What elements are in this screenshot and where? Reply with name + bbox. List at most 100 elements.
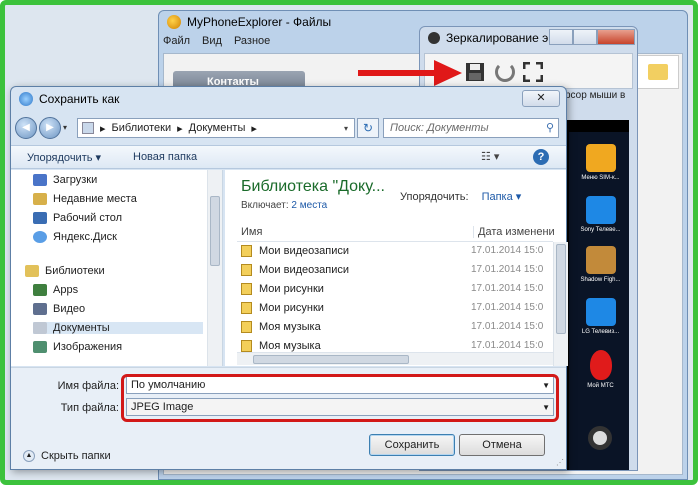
breadcrumb-sep: ▸ xyxy=(177,122,183,135)
file-row[interactable]: Мои рисунки 17.01.2014 15:0 xyxy=(237,299,553,318)
documents-icon xyxy=(33,322,47,334)
apps-icon xyxy=(33,284,47,296)
mirror-title: Зеркалирование э... xyxy=(446,31,559,45)
vscroll-thumb[interactable] xyxy=(556,244,566,334)
tv-icon xyxy=(585,298,616,326)
new-folder-button[interactable]: Новая папка xyxy=(133,151,197,163)
address-bar[interactable]: ▸ Библиотеки ▸ Документы ▸ ▾ xyxy=(77,118,355,138)
dialog-bottom-panel: Имя файла: По умолчанию ▼ Тип файла: JPE… xyxy=(11,367,566,469)
shortcut-folder-icon xyxy=(241,264,252,276)
includes-locations-link[interactable]: 2 места xyxy=(291,200,327,211)
back-button[interactable]: ◀ xyxy=(15,117,37,139)
cancel-button[interactable]: Отмена xyxy=(459,434,545,456)
phone-screen[interactable]: Меню SIM-к... Sony Телеве... Shadow Figh… xyxy=(566,120,629,470)
nav-scrollbar[interactable] xyxy=(207,170,222,366)
downloads-icon xyxy=(33,174,47,186)
nav-item-desktop[interactable]: Рабочий стол xyxy=(33,212,122,224)
yandex-disk-icon xyxy=(33,231,47,243)
save-as-dialog: Сохранить как ✕ ◀ ▶ ▾ ▸ Библиотеки ▸ Док… xyxy=(10,86,568,470)
maximize-button[interactable] xyxy=(573,29,597,45)
column-date[interactable]: Дата изменени xyxy=(473,226,555,238)
nav-item-downloads[interactable]: Загрузки xyxy=(33,174,97,186)
phone-app-lg-tv[interactable]: LG Телевиз... xyxy=(569,298,632,335)
phone-app-my-mts[interactable]: Мой МТС xyxy=(569,350,632,389)
view-options-icon[interactable]: ☷ ▾ xyxy=(481,150,499,163)
navigation-pane: Загрузки Недавние места Рабочий стол Янд… xyxy=(11,170,223,366)
arrange-by-dropdown[interactable]: Папка ▾ xyxy=(482,191,522,203)
library-title: Библиотека "Доку... xyxy=(241,178,385,195)
dialog-app-icon xyxy=(19,92,33,106)
phone-app-sony-tv[interactable]: Sony Телеве... xyxy=(569,196,632,233)
breadcrumb-documents[interactable]: Документы xyxy=(189,122,246,134)
save-icon[interactable] xyxy=(465,62,485,82)
bg-menubar: Файл Вид Разное xyxy=(163,35,270,47)
search-placeholder: Поиск: Документы xyxy=(390,122,489,134)
resize-grip-icon[interactable]: ⋰ xyxy=(556,458,564,467)
refresh-icon[interactable]: ↻ xyxy=(357,118,379,138)
library-pane: Библиотека "Доку... Включает: 2 места Уп… xyxy=(225,170,568,366)
history-dropdown-icon[interactable]: ▾ xyxy=(63,123,67,132)
search-input[interactable]: Поиск: Документы ⚲ xyxy=(383,118,559,138)
video-icon xyxy=(33,303,47,315)
red-arrow-icon xyxy=(358,60,462,86)
mts-egg-icon xyxy=(589,350,612,380)
nav-item-images[interactable]: Изображения xyxy=(33,341,122,353)
file-row[interactable]: Мои видеозаписи 17.01.2014 15:0 xyxy=(237,242,553,261)
nav-item-documents[interactable]: Документы xyxy=(33,322,203,334)
nav-item-video[interactable]: Видео xyxy=(33,303,85,315)
myphoneexplorer-app-icon xyxy=(167,15,181,29)
address-dropdown-icon[interactable]: ▾ xyxy=(338,124,354,133)
mirror-app-icon xyxy=(428,32,440,44)
minimize-button[interactable] xyxy=(549,29,573,45)
shortcut-folder-icon xyxy=(241,283,252,295)
navigation-bar: ◀ ▶ ▾ ▸ Библиотеки ▸ Документы ▸ ▾ ↻ Пои… xyxy=(11,115,566,141)
menu-view[interactable]: Вид xyxy=(202,35,222,47)
nav-item-recent-places[interactable]: Недавние места xyxy=(33,193,137,205)
nav-item-libraries[interactable]: Библиотеки xyxy=(25,265,105,277)
shortcut-folder-icon xyxy=(241,245,252,257)
arrange-by: Упорядочить: Папка ▾ xyxy=(400,191,522,203)
images-icon xyxy=(33,341,47,353)
recent-places-icon xyxy=(33,193,47,205)
game-icon xyxy=(585,246,616,274)
hscroll-thumb[interactable] xyxy=(253,355,409,364)
forward-button[interactable]: ▶ xyxy=(39,117,61,139)
search-icon[interactable]: ⚲ xyxy=(546,121,554,134)
breadcrumb-libraries[interactable]: Библиотеки xyxy=(112,122,172,134)
column-name[interactable]: Имя xyxy=(241,226,262,238)
file-row[interactable]: Мои видеозаписи 17.01.2014 15:0 xyxy=(237,261,553,280)
phone-status-bar xyxy=(569,120,629,132)
library-includes: Включает: 2 места xyxy=(241,200,328,211)
sim-menu-icon xyxy=(585,144,616,172)
breadcrumb-sep: ▸ xyxy=(251,122,257,135)
phone-app-shadow-fight[interactable]: Shadow Figh... xyxy=(569,246,632,283)
nav-item-apps[interactable]: Apps xyxy=(33,284,78,296)
bg-window-title: MyPhoneExplorer - Файлы xyxy=(187,15,332,29)
desktop-icon xyxy=(33,212,47,224)
library-icon xyxy=(82,122,94,134)
hide-folders-toggle[interactable]: ▲ Скрыть папки xyxy=(23,450,111,462)
chevron-up-icon: ▲ xyxy=(23,450,35,462)
power-icon[interactable] xyxy=(495,62,515,82)
dialog-close-button[interactable]: ✕ xyxy=(522,90,560,107)
phone-home-button[interactable] xyxy=(588,426,612,450)
shortcut-folder-icon xyxy=(241,340,252,352)
shortcut-folder-icon xyxy=(241,302,252,314)
file-list-vscrollbar[interactable] xyxy=(553,242,568,366)
close-button[interactable] xyxy=(597,29,635,45)
nav-item-yandex-disk[interactable]: Яндекс.Диск xyxy=(33,231,117,243)
save-button[interactable]: Сохранить xyxy=(369,434,455,456)
cursor-hint-text: рсор мыши в xyxy=(565,90,626,101)
help-button[interactable]: ? xyxy=(533,149,549,165)
organize-button[interactable]: Упорядочить ▾ xyxy=(27,151,101,164)
fullscreen-icon[interactable] xyxy=(523,62,543,82)
file-row[interactable]: Моя музыка 17.01.2014 15:0 xyxy=(237,318,553,337)
phone-app-sim-menu[interactable]: Меню SIM-к... xyxy=(569,144,632,181)
menu-file[interactable]: Файл xyxy=(163,35,190,47)
breadcrumb-sep: ▸ xyxy=(100,122,106,135)
highlight-box xyxy=(121,374,559,422)
file-row[interactable]: Мои рисунки 17.01.2014 15:0 xyxy=(237,280,553,299)
menu-misc[interactable]: Разное xyxy=(234,35,270,47)
file-list-hscrollbar[interactable] xyxy=(237,352,553,365)
nav-scroll-thumb[interactable] xyxy=(210,196,220,266)
